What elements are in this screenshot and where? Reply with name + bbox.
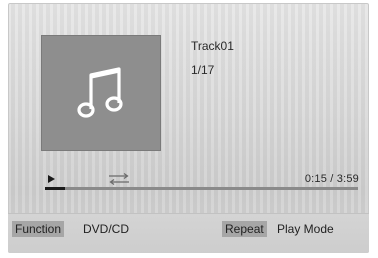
track-title: Track01: [191, 39, 234, 53]
repeat-key-label[interactable]: Repeat: [222, 221, 267, 237]
track-position: 1/17: [191, 63, 215, 77]
repeat-icon[interactable]: [108, 173, 130, 185]
repeat-value: Play Mode: [277, 222, 334, 236]
time-display: 0:15 / 3:59: [304, 173, 359, 185]
progress-bar[interactable]: [45, 187, 358, 190]
function-key-label[interactable]: Function: [12, 221, 65, 237]
play-icon[interactable]: [48, 175, 55, 183]
progress-fill: [45, 187, 65, 190]
album-art: [41, 35, 161, 151]
bottom-bar: Function DVD/CD Repeat Play Mode: [8, 213, 369, 253]
function-value: DVD/CD: [83, 222, 130, 236]
player-screen: Track01 1/17 0:15 / 3:59 Function DVD/CD…: [8, 3, 369, 253]
music-note-icon: [77, 67, 123, 118]
